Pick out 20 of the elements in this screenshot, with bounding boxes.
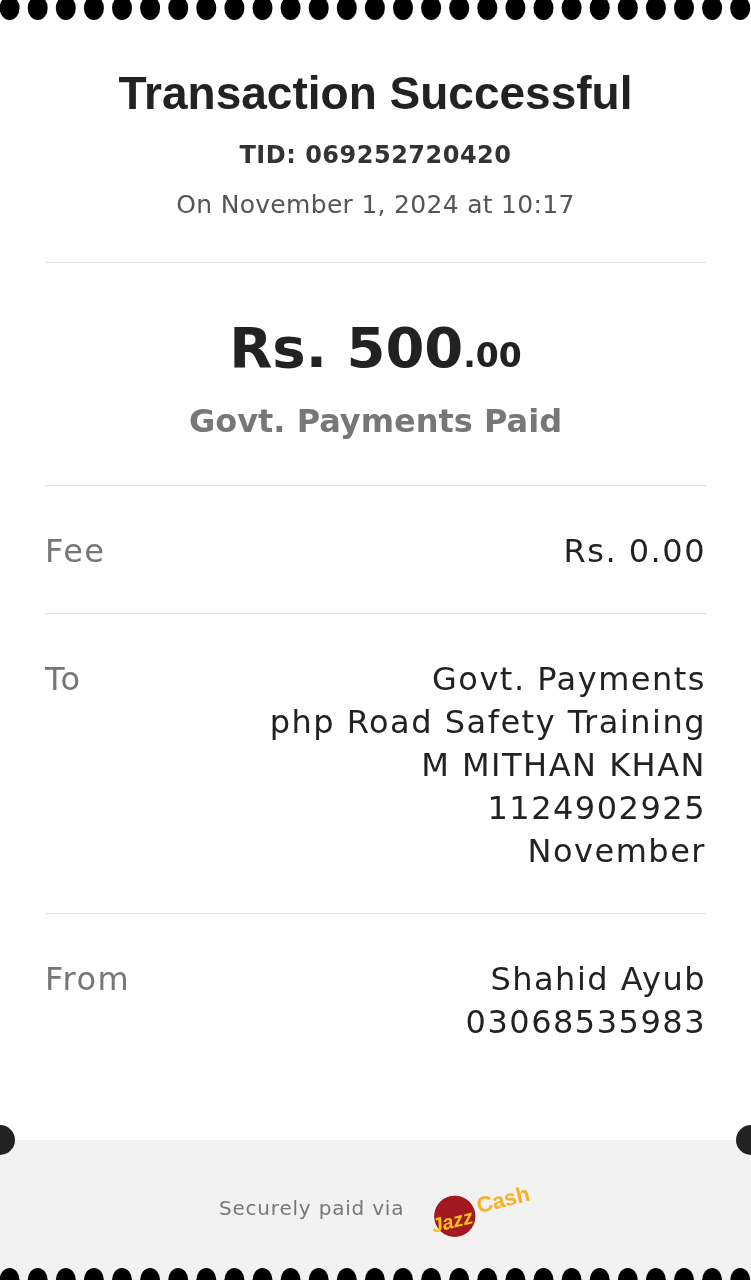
detail-label: Fee (45, 531, 106, 572)
detail-value: 03068535983 (465, 1002, 706, 1043)
transaction-date: On November 1, 2024 at 10:17 (175, 190, 576, 220)
secure-payment-note: Securely paid via (218, 1195, 405, 1222)
payment-description: Govt. Payments Paid (187, 401, 564, 441)
detail-value: Rs. 0.00 (563, 531, 706, 572)
detail-value: php Road Safety Training (269, 702, 706, 743)
detail-label: To (45, 659, 82, 700)
detail-value: 1124902925 (487, 788, 706, 829)
detail-value: M MITHAN KHAN (421, 745, 706, 786)
amount-value: Rs. 500 (229, 315, 464, 380)
amount-decimals: .00 (463, 336, 522, 375)
side-notch-drawing (0, 1125, 15, 1155)
detail-label: From (45, 959, 131, 1000)
detail-value: Govt. Payments (432, 659, 706, 700)
transaction-title: Transaction Successful (117, 66, 634, 120)
transaction-id: TID: 069252720420 (238, 140, 513, 170)
detail-value: November (527, 831, 706, 872)
detail-value: Shahid Ayub (490, 959, 706, 1000)
side-notch-drawing (736, 1125, 751, 1155)
